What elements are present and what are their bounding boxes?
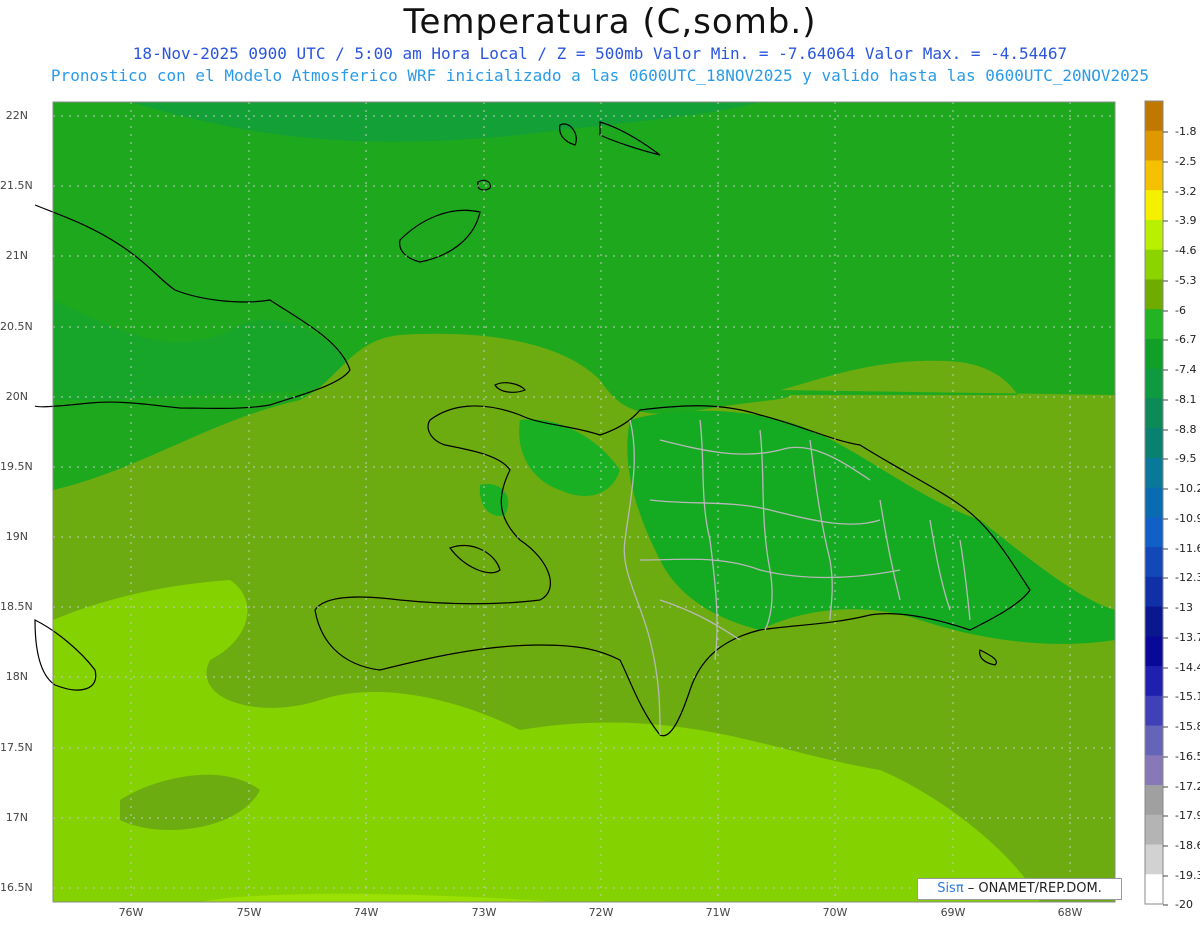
colorbar-label: -19.3: [1175, 869, 1200, 882]
lon-label: 70W: [822, 906, 848, 919]
colorbar-label: -6.7: [1175, 333, 1197, 346]
lat-label: 18N: [5, 670, 28, 683]
colorbar-swatch: [1145, 279, 1163, 310]
colorbar-swatch: [1145, 487, 1163, 518]
lat-label: 21.5N: [0, 179, 33, 192]
colorbar-swatch: [1145, 398, 1163, 429]
colorbar-label: -15.1: [1175, 690, 1200, 703]
colorbar-label: -6: [1175, 304, 1186, 317]
colorbar-label: -3.9: [1175, 214, 1197, 227]
colorbar-label: -10.2: [1175, 482, 1200, 495]
temperature-map: [34, 100, 1168, 906]
colorbar-swatch: [1145, 576, 1163, 608]
lat-label: 20.5N: [0, 320, 33, 333]
colorbar-swatch: [1145, 547, 1163, 578]
colorbar-swatch: [1145, 636, 1163, 667]
colorbar-label: -13: [1175, 601, 1193, 614]
lat-label: 16.5N: [0, 881, 33, 894]
colorbar-swatch: [1145, 755, 1163, 786]
colorbar: [1144, 100, 1168, 906]
lat-label: 19N: [5, 530, 28, 543]
lon-label: 75W: [236, 906, 262, 919]
colorbar-swatch: [1145, 190, 1163, 221]
lon-label: 74W: [353, 906, 379, 919]
colorbar-swatch: [1145, 517, 1163, 548]
colorbar-swatch: [1145, 160, 1163, 191]
lat-label: 17N: [5, 811, 28, 824]
lat-label: 19.5N: [0, 460, 33, 473]
colorbar-label: -8.1: [1175, 393, 1197, 406]
colorbar-swatch: [1145, 666, 1163, 697]
colorbar-swatch: [1145, 457, 1163, 489]
lat-label: 22N: [5, 109, 28, 122]
lon-label: 69W: [940, 906, 966, 919]
lat-label: 17.5N: [0, 741, 33, 754]
colorbar-label: -1.8: [1175, 125, 1197, 138]
colorbar-label: -20: [1175, 898, 1193, 911]
lon-label: 68W: [1057, 906, 1083, 919]
colorbar-swatch: [1145, 249, 1163, 280]
colorbar-label: -2.5: [1175, 155, 1197, 168]
colorbar-swatch: [1145, 219, 1163, 251]
colorbar-swatch: [1145, 606, 1163, 637]
lon-label: 72W: [588, 906, 614, 919]
colorbar-label: -17.2: [1175, 780, 1200, 793]
colorbar-swatch: [1145, 814, 1163, 846]
colorbar-swatch: [1145, 309, 1163, 340]
lat-label: 20N: [5, 390, 28, 403]
colorbar-swatch: [1145, 695, 1163, 727]
colorbar-swatch: [1145, 428, 1163, 459]
colorbar-label: -9.5: [1175, 452, 1197, 465]
credit-text: – ONAMET/REP.DOM.: [963, 881, 1102, 896]
colorbar-label: -11.6: [1175, 542, 1200, 555]
colorbar-label: -4.6: [1175, 244, 1197, 257]
colorbar-label: -17.9: [1175, 809, 1200, 822]
colorbar-swatch: [1145, 725, 1163, 756]
lon-label: 71W: [705, 906, 731, 919]
colorbar-swatch: [1145, 368, 1163, 399]
colorbar-label: -5.3: [1175, 274, 1197, 287]
colorbar-label: -10.9: [1175, 512, 1200, 525]
credit-box: Sisπ – ONAMET/REP.DOM.: [917, 878, 1122, 900]
colorbar-swatch: [1145, 844, 1163, 875]
colorbar-label: -7.4: [1175, 363, 1197, 376]
colorbar-label: -18.6: [1175, 839, 1200, 852]
colorbar-label: -12.3: [1175, 571, 1200, 584]
colorbar-swatch: [1145, 338, 1163, 370]
lon-label: 73W: [471, 906, 497, 919]
colorbar-swatch: [1145, 785, 1163, 816]
colorbar-label: -13.7: [1175, 631, 1200, 644]
colorbar-swatch: [1145, 874, 1163, 905]
sispi-logo-text: Sisπ: [937, 881, 964, 896]
lat-label: 21N: [5, 249, 28, 262]
colorbar-label: -16.5: [1175, 750, 1200, 763]
colorbar-label: -8.8: [1175, 423, 1197, 436]
lat-label: 18.5N: [0, 600, 33, 613]
colorbar-label: -3.2: [1175, 185, 1197, 198]
lon-label: 76W: [118, 906, 144, 919]
colorbar-swatch: [1145, 130, 1163, 161]
colorbar-swatch: [1145, 101, 1163, 132]
colorbar-label: -14.4: [1175, 661, 1200, 674]
colorbar-label: -15.8: [1175, 720, 1200, 733]
